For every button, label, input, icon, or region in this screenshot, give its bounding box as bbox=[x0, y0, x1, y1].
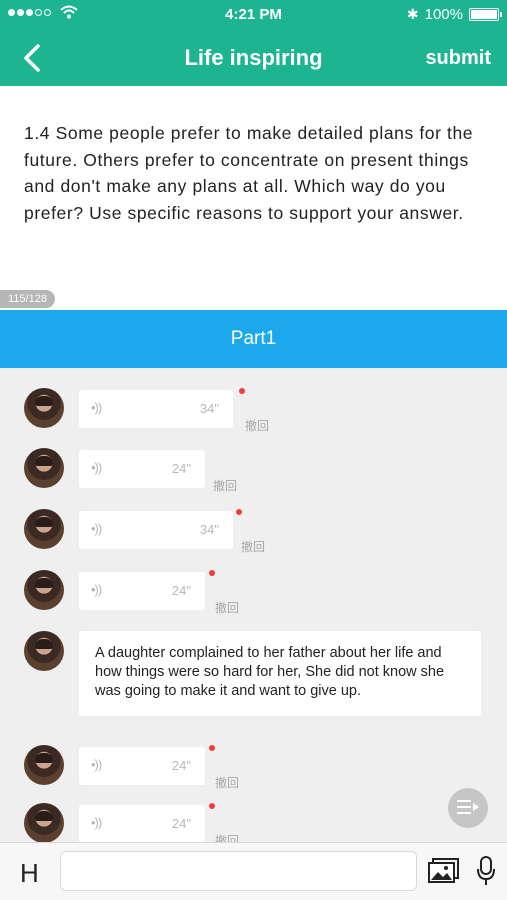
microphone-icon[interactable] bbox=[476, 856, 496, 886]
voice-wave-icon: •)) bbox=[91, 460, 102, 475]
recall-button[interactable]: 撤回 bbox=[215, 774, 239, 791]
list-menu-icon bbox=[457, 800, 479, 814]
recall-button[interactable]: 撤回 bbox=[215, 832, 239, 842]
chevron-left-icon[interactable] bbox=[18, 42, 50, 74]
avatar[interactable] bbox=[24, 570, 64, 610]
avatar[interactable] bbox=[24, 509, 64, 549]
recall-button[interactable]: 撤回 bbox=[241, 538, 265, 555]
unread-dot bbox=[239, 388, 245, 394]
status-bar: 4:21 PM ✱ 100% bbox=[0, 0, 507, 30]
chat-list[interactable]: •)) 34" 撤回 •)) 24" 撤回 •)) 34" 撤回 •)) 24"… bbox=[0, 368, 507, 842]
bluetooth-icon: ✱ bbox=[406, 6, 419, 22]
voice-wave-icon: •)) bbox=[91, 400, 102, 415]
voice-duration: 24" bbox=[171, 758, 191, 773]
question-panel: 1.4 Some people prefer to make detailed … bbox=[0, 86, 507, 310]
voice-bubble[interactable]: •)) 24" bbox=[79, 747, 205, 785]
battery-icon bbox=[469, 8, 502, 21]
avatar[interactable] bbox=[24, 745, 64, 785]
voice-wave-icon: •)) bbox=[91, 757, 102, 772]
voice-bubble[interactable]: •)) 24" bbox=[79, 805, 205, 842]
text-bubble[interactable]: A daughter complained to her father abou… bbox=[79, 631, 481, 716]
voice-wave-icon: •)) bbox=[91, 815, 102, 830]
avatar[interactable] bbox=[24, 631, 64, 671]
unread-dot bbox=[209, 803, 215, 809]
voice-wave-icon: •)) bbox=[91, 582, 102, 597]
unread-dot bbox=[209, 570, 215, 576]
avatar[interactable] bbox=[24, 803, 64, 842]
voice-bubble[interactable]: •)) 34" bbox=[79, 390, 233, 428]
voice-duration: 24" bbox=[171, 583, 191, 598]
avatar[interactable] bbox=[24, 448, 64, 488]
voice-duration: 34" bbox=[199, 522, 219, 537]
submit-button[interactable]: submit bbox=[425, 47, 491, 70]
h-button[interactable]: H bbox=[20, 858, 39, 889]
question-text: 1.4 Some people prefer to make detailed … bbox=[24, 123, 474, 223]
unread-dot bbox=[236, 509, 242, 515]
voice-wave-icon: •)) bbox=[91, 521, 102, 536]
voice-bubble[interactable]: •)) 24" bbox=[79, 450, 205, 488]
message-input[interactable] bbox=[60, 851, 417, 891]
image-icon[interactable] bbox=[428, 858, 460, 884]
question-counter: 115/128 bbox=[0, 290, 55, 308]
unread-dot bbox=[209, 745, 215, 751]
voice-duration: 24" bbox=[171, 461, 191, 476]
avatar[interactable] bbox=[24, 388, 64, 428]
recall-button[interactable]: 撤回 bbox=[213, 477, 237, 494]
voice-duration: 34" bbox=[199, 401, 219, 416]
recall-button[interactable]: 撤回 bbox=[215, 599, 239, 616]
voice-bubble[interactable]: •)) 34" bbox=[79, 511, 233, 549]
part-tab[interactable]: Part1 bbox=[0, 310, 507, 368]
recall-button[interactable]: 撤回 bbox=[245, 417, 269, 434]
voice-duration: 24" bbox=[171, 816, 191, 831]
voice-bubble[interactable]: •)) 24" bbox=[79, 572, 205, 610]
menu-fab-button[interactable] bbox=[448, 788, 488, 828]
battery-percent: 100% bbox=[424, 6, 463, 23]
nav-bar: Life inspiring submit bbox=[0, 30, 507, 86]
input-bar: H bbox=[0, 842, 507, 900]
